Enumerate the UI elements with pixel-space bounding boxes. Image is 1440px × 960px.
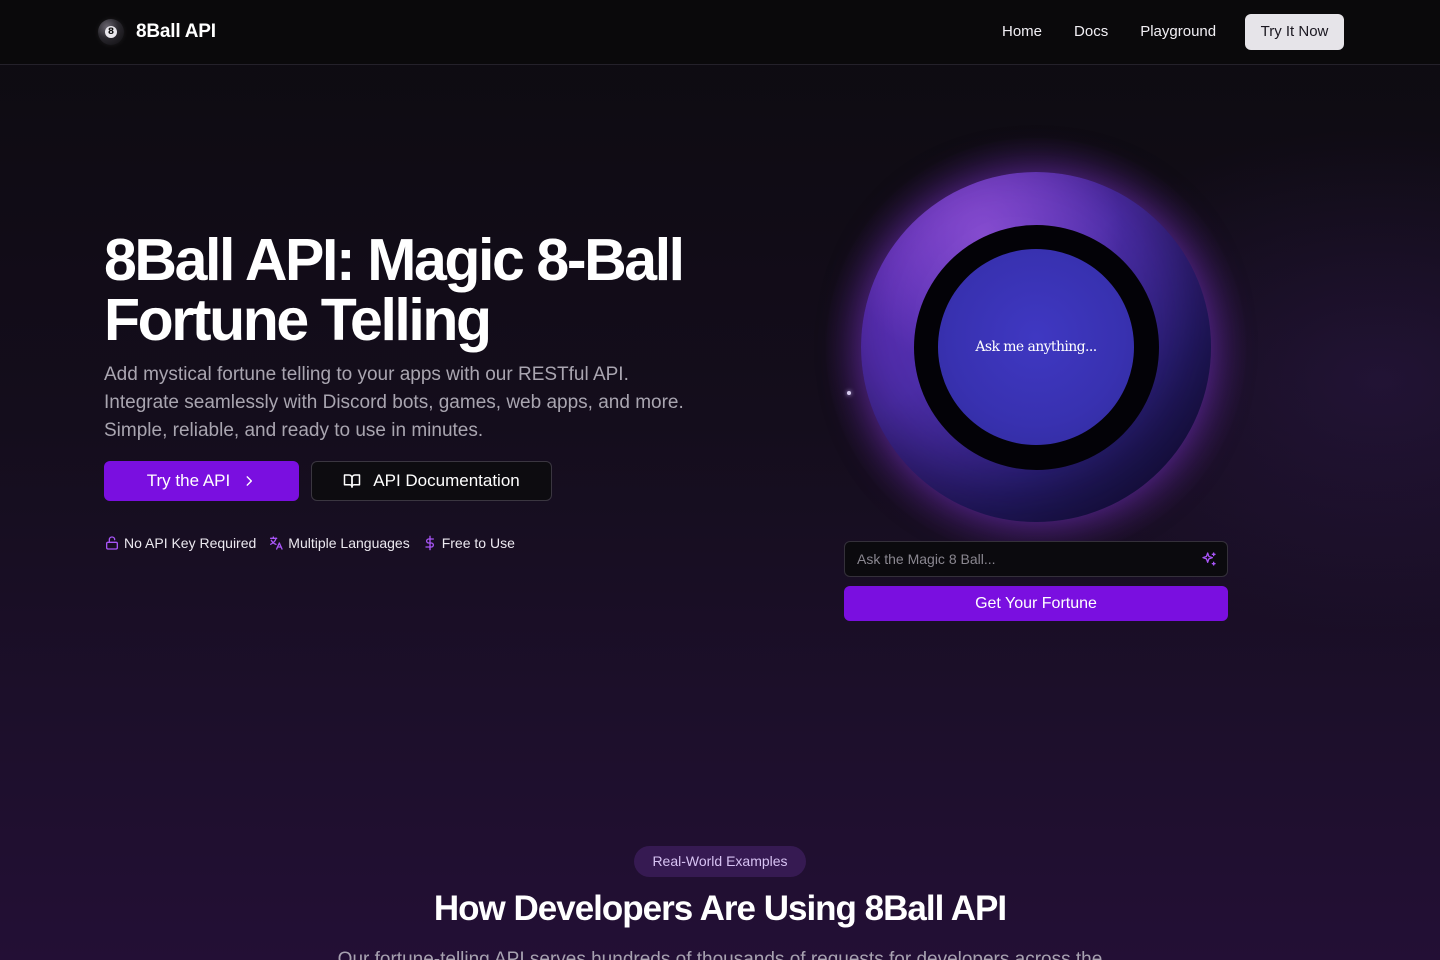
eight-ball-answer-text: Ask me anything... xyxy=(975,339,1097,355)
eight-ball-logo-icon: 8 xyxy=(98,19,124,45)
feature-free-to-use: Free to Use xyxy=(422,533,515,553)
feature-list: No API Key Required Multiple Languages F… xyxy=(104,533,515,553)
feature-label: Free to Use xyxy=(441,535,515,551)
feature-label: No API Key Required xyxy=(124,535,257,551)
try-it-now-button[interactable]: Try It Now xyxy=(1245,14,1344,50)
feature-label: Multiple Languages xyxy=(288,535,410,551)
nav-link-home[interactable]: Home xyxy=(1002,22,1042,42)
brand-logo-link[interactable]: 8 8Ball API xyxy=(98,18,216,46)
api-documentation-button[interactable]: API Documentation xyxy=(311,461,552,501)
page: 8 8Ball API Home Docs Playground Try It … xyxy=(0,0,1440,960)
examples-section-subtitle: Our fortune-telling API serves hundreds … xyxy=(337,949,1103,960)
hero-title: 8Ball API: Magic 8-Ball Fortune Telling xyxy=(104,230,744,350)
get-your-fortune-button[interactable]: Get Your Fortune xyxy=(844,586,1228,621)
feature-no-api-key: No API Key Required xyxy=(104,533,256,553)
eight-ball-answer-face: Ask me anything... xyxy=(938,249,1134,445)
examples-badge: Real-World Examples xyxy=(634,846,806,877)
hero-title-line-2: Fortune Telling xyxy=(104,287,492,353)
feature-multiple-languages: Multiple Languages xyxy=(268,533,410,553)
question-input-container xyxy=(844,541,1228,577)
chevron-right-icon xyxy=(242,474,256,488)
question-input[interactable] xyxy=(845,542,1185,576)
nav-link-docs[interactable]: Docs xyxy=(1074,22,1108,42)
sparkle-dot xyxy=(847,391,851,395)
api-documentation-label: API Documentation xyxy=(373,471,520,490)
book-open-icon xyxy=(343,472,361,490)
try-the-api-button[interactable]: Try the API xyxy=(104,461,299,501)
hero-description: Add mystical fortune telling to your app… xyxy=(104,364,684,441)
brand-name: 8Ball API xyxy=(136,21,216,42)
lock-open-icon xyxy=(104,535,120,551)
try-the-api-label: Try the API xyxy=(146,471,231,490)
top-navbar: 8 8Ball API Home Docs Playground Try It … xyxy=(0,0,1440,65)
languages-icon xyxy=(268,535,284,551)
hero-title-line-1: 8Ball API: Magic 8-Ball xyxy=(104,227,685,293)
nav-links: Home Docs Playground xyxy=(1002,22,1216,42)
nav-link-playground[interactable]: Playground xyxy=(1140,22,1216,42)
sparkles-icon xyxy=(1201,551,1217,567)
examples-section-title: How Developers Are Using 8Ball API xyxy=(433,889,1007,928)
dollar-icon xyxy=(422,535,438,551)
